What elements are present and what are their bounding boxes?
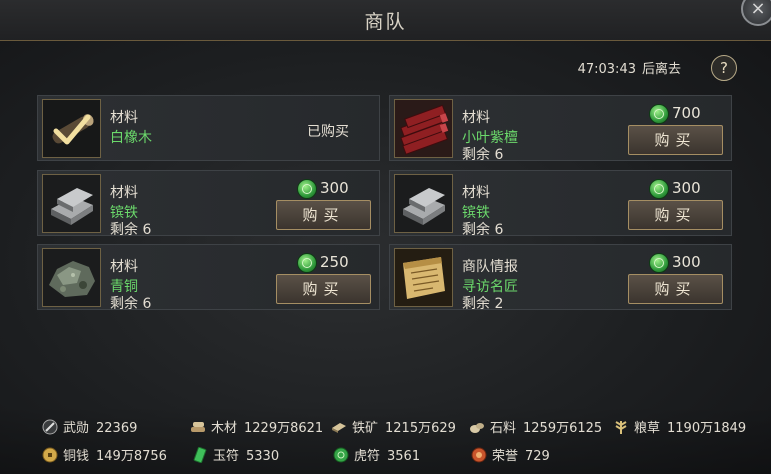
white-oak-logs-icon <box>42 99 101 158</box>
resource-value: 1215万629 <box>385 421 456 436</box>
resource-copper: 铜钱 149万8756 <box>42 445 167 464</box>
resource-value: 22369 <box>96 421 138 436</box>
wood-icon <box>191 422 205 432</box>
shop-item-card: 商队情报 寻访名匠 剩余 2 300 购买 <box>389 244 732 312</box>
iron-ingots-icon <box>394 174 453 233</box>
resource-jade: 玉符 5330 <box>192 445 279 464</box>
resource-label: 铁矿 <box>352 421 379 436</box>
departure-timer: 47:03:43 后离去 <box>572 58 681 77</box>
jade-token-icon <box>649 179 669 199</box>
resource-honor: 荣誉 729 <box>471 445 550 464</box>
item-category: 材料 <box>462 110 490 126</box>
buy-button[interactable]: 购买 <box>276 200 371 230</box>
help-button[interactable]: ? <box>711 55 737 81</box>
item-category: 材料 <box>110 185 138 201</box>
resource-label: 木材 <box>211 421 238 436</box>
price-value: 250 <box>320 253 349 271</box>
jade-token-icon <box>297 179 317 199</box>
timer-value: 47:03:43 <box>577 62 636 77</box>
resource-value: 1259万6125 <box>523 421 603 436</box>
resource-label: 虎符 <box>354 449 381 464</box>
item-name: 白橡木 <box>110 130 152 146</box>
red-sandalwood-icon <box>394 99 453 158</box>
scroll-icon <box>394 248 453 307</box>
resource-label: 石料 <box>490 421 517 436</box>
shop-item-card: 材料 镔铁 剩余 6 300 购买 <box>37 170 380 238</box>
timer-suffix: 后离去 <box>641 62 681 77</box>
iron-ore-icon <box>332 423 346 433</box>
jade-token-icon <box>297 253 317 273</box>
iron-ingots-icon <box>42 174 101 233</box>
jade-token-icon <box>649 253 669 273</box>
resource-iron: 铁矿 1215万629 <box>331 417 456 436</box>
price-value: 300 <box>672 253 701 271</box>
resource-wood: 木材 1229万8621 <box>190 417 323 436</box>
resource-value: 5330 <box>246 449 280 464</box>
shop-item-card: 材料 青铜 剩余 6 250 购买 <box>37 244 380 312</box>
stone-icon <box>470 423 484 433</box>
resource-label: 武勋 <box>63 421 90 436</box>
resource-value: 1229万8621 <box>244 421 324 436</box>
bronze-ore-icon <box>42 248 101 307</box>
title-bar: 商队 × <box>0 0 771 41</box>
resource-label: 粮草 <box>634 421 661 436</box>
buy-button[interactable]: 购买 <box>628 200 723 230</box>
resource-value: 3561 <box>387 449 421 464</box>
shop-item-card: 材料 白橡木 已购买 <box>37 95 380 161</box>
resource-label: 玉符 <box>213 449 240 464</box>
buy-button[interactable]: 购买 <box>628 125 723 155</box>
shop-item-card: 材料 小叶紫檀 剩余 6 700 购买 <box>389 95 732 163</box>
remaining-count: 剩余 6 <box>110 296 152 312</box>
price-value: 300 <box>320 179 349 197</box>
copper-coin-icon <box>42 447 58 463</box>
resource-stone: 石料 1259万6125 <box>469 417 602 436</box>
resource-merit: 武勋 22369 <box>42 417 137 436</box>
shop-item-card: 材料 镔铁 剩余 6 300 购买 <box>389 170 732 238</box>
remaining-count: 剩余 6 <box>110 222 152 238</box>
resource-label: 荣誉 <box>492 449 519 464</box>
remaining-count: 剩余 2 <box>462 296 504 312</box>
remaining-count: 剩余 6 <box>462 147 504 163</box>
remaining-count: 剩余 6 <box>462 222 504 238</box>
price-value: 700 <box>672 104 701 122</box>
honor-medal-icon <box>471 447 487 463</box>
resource-tiger: 虎符 3561 <box>333 445 420 464</box>
resource-value: 729 <box>525 449 550 464</box>
buy-button[interactable]: 购买 <box>276 274 371 304</box>
purchased-label: 已购买 <box>307 124 349 140</box>
item-category: 材料 <box>110 110 138 126</box>
resource-value: 1190万1849 <box>667 421 747 436</box>
price-value: 300 <box>672 179 701 197</box>
tiger-token-icon <box>333 447 349 463</box>
window-title: 商队 <box>364 11 407 33</box>
grain-icon <box>615 421 627 434</box>
merit-icon <box>42 419 58 435</box>
resource-value: 149万8756 <box>96 449 167 464</box>
jade-token-icon <box>649 104 669 124</box>
resource-label: 铜钱 <box>63 449 90 464</box>
item-category: 材料 <box>110 259 138 275</box>
resource-grain: 粮草 1190万1849 <box>613 417 746 436</box>
jade-tablet-icon <box>193 447 207 463</box>
buy-button[interactable]: 购买 <box>628 274 723 304</box>
item-category: 商队情报 <box>462 259 518 275</box>
item-category: 材料 <box>462 185 490 201</box>
